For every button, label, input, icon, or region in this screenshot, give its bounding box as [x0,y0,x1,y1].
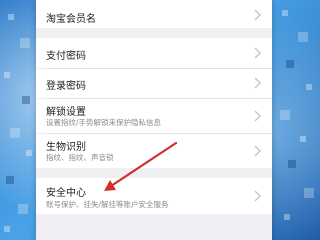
settings-item-security-center[interactable]: 安全中心 账号保护、挂失/解挂等账户安全服务 [36,178,272,214]
chevron-right-icon [254,9,261,21]
bg-tile [20,38,30,48]
settings-item-biometrics[interactable]: 生物识别 指纹、指纹、声音锁 [36,134,272,168]
settings-item-payment-password[interactable]: 支付密码 [36,38,272,68]
bg-tile [26,150,32,156]
chevron-right-icon [254,47,261,59]
settings-item-subtitle: 账号保护、挂失/解挂等账户安全服务 [46,200,169,209]
bg-tile [306,84,312,90]
settings-item-title: 支付密码 [46,51,86,62]
settings-item-taobao-member-name[interactable]: 淘宝会员名 [36,0,272,28]
settings-item-title: 解锁设置 [46,107,86,118]
bg-tile [22,96,30,104]
settings-item-title: 生物识别 [46,142,86,153]
bg-tile [6,176,14,184]
bg-tile [284,214,290,220]
chevron-right-icon [254,145,261,157]
bg-tile [4,226,10,232]
chevron-right-icon [254,190,261,202]
settings-item-login-password[interactable]: 登录密码 [36,69,272,98]
bg-tile [286,60,294,68]
bg-tile [304,188,314,198]
bg-tile [10,128,20,138]
bg-tile [300,136,306,142]
settings-item-title: 安全中心 [46,188,86,199]
bg-tile [4,72,10,78]
settings-item-subtitle: 设置指纹/手势解锁来保护隐私信息 [46,118,162,127]
chevron-right-icon [254,110,261,122]
settings-item-unlock-settings[interactable]: 解锁设置 设置指纹/手势解锁来保护隐私信息 [36,99,272,133]
settings-item-subtitle: 指纹、指纹、声音锁 [46,153,114,162]
settings-item-title: 淘宝会员名 [46,14,96,25]
bg-tile [280,110,290,120]
bg-tile [282,10,288,16]
bg-tile [298,32,308,42]
bg-tile [18,204,28,214]
security-settings-panel: 淘宝会员名 支付密码 登录密码 解锁设置 设置指纹/手势解锁来保护隐私信息 生物… [36,0,272,240]
chevron-right-icon [254,77,261,89]
bg-tile [288,160,296,168]
settings-item-title: 登录密码 [46,81,86,92]
bg-tile [8,14,14,20]
